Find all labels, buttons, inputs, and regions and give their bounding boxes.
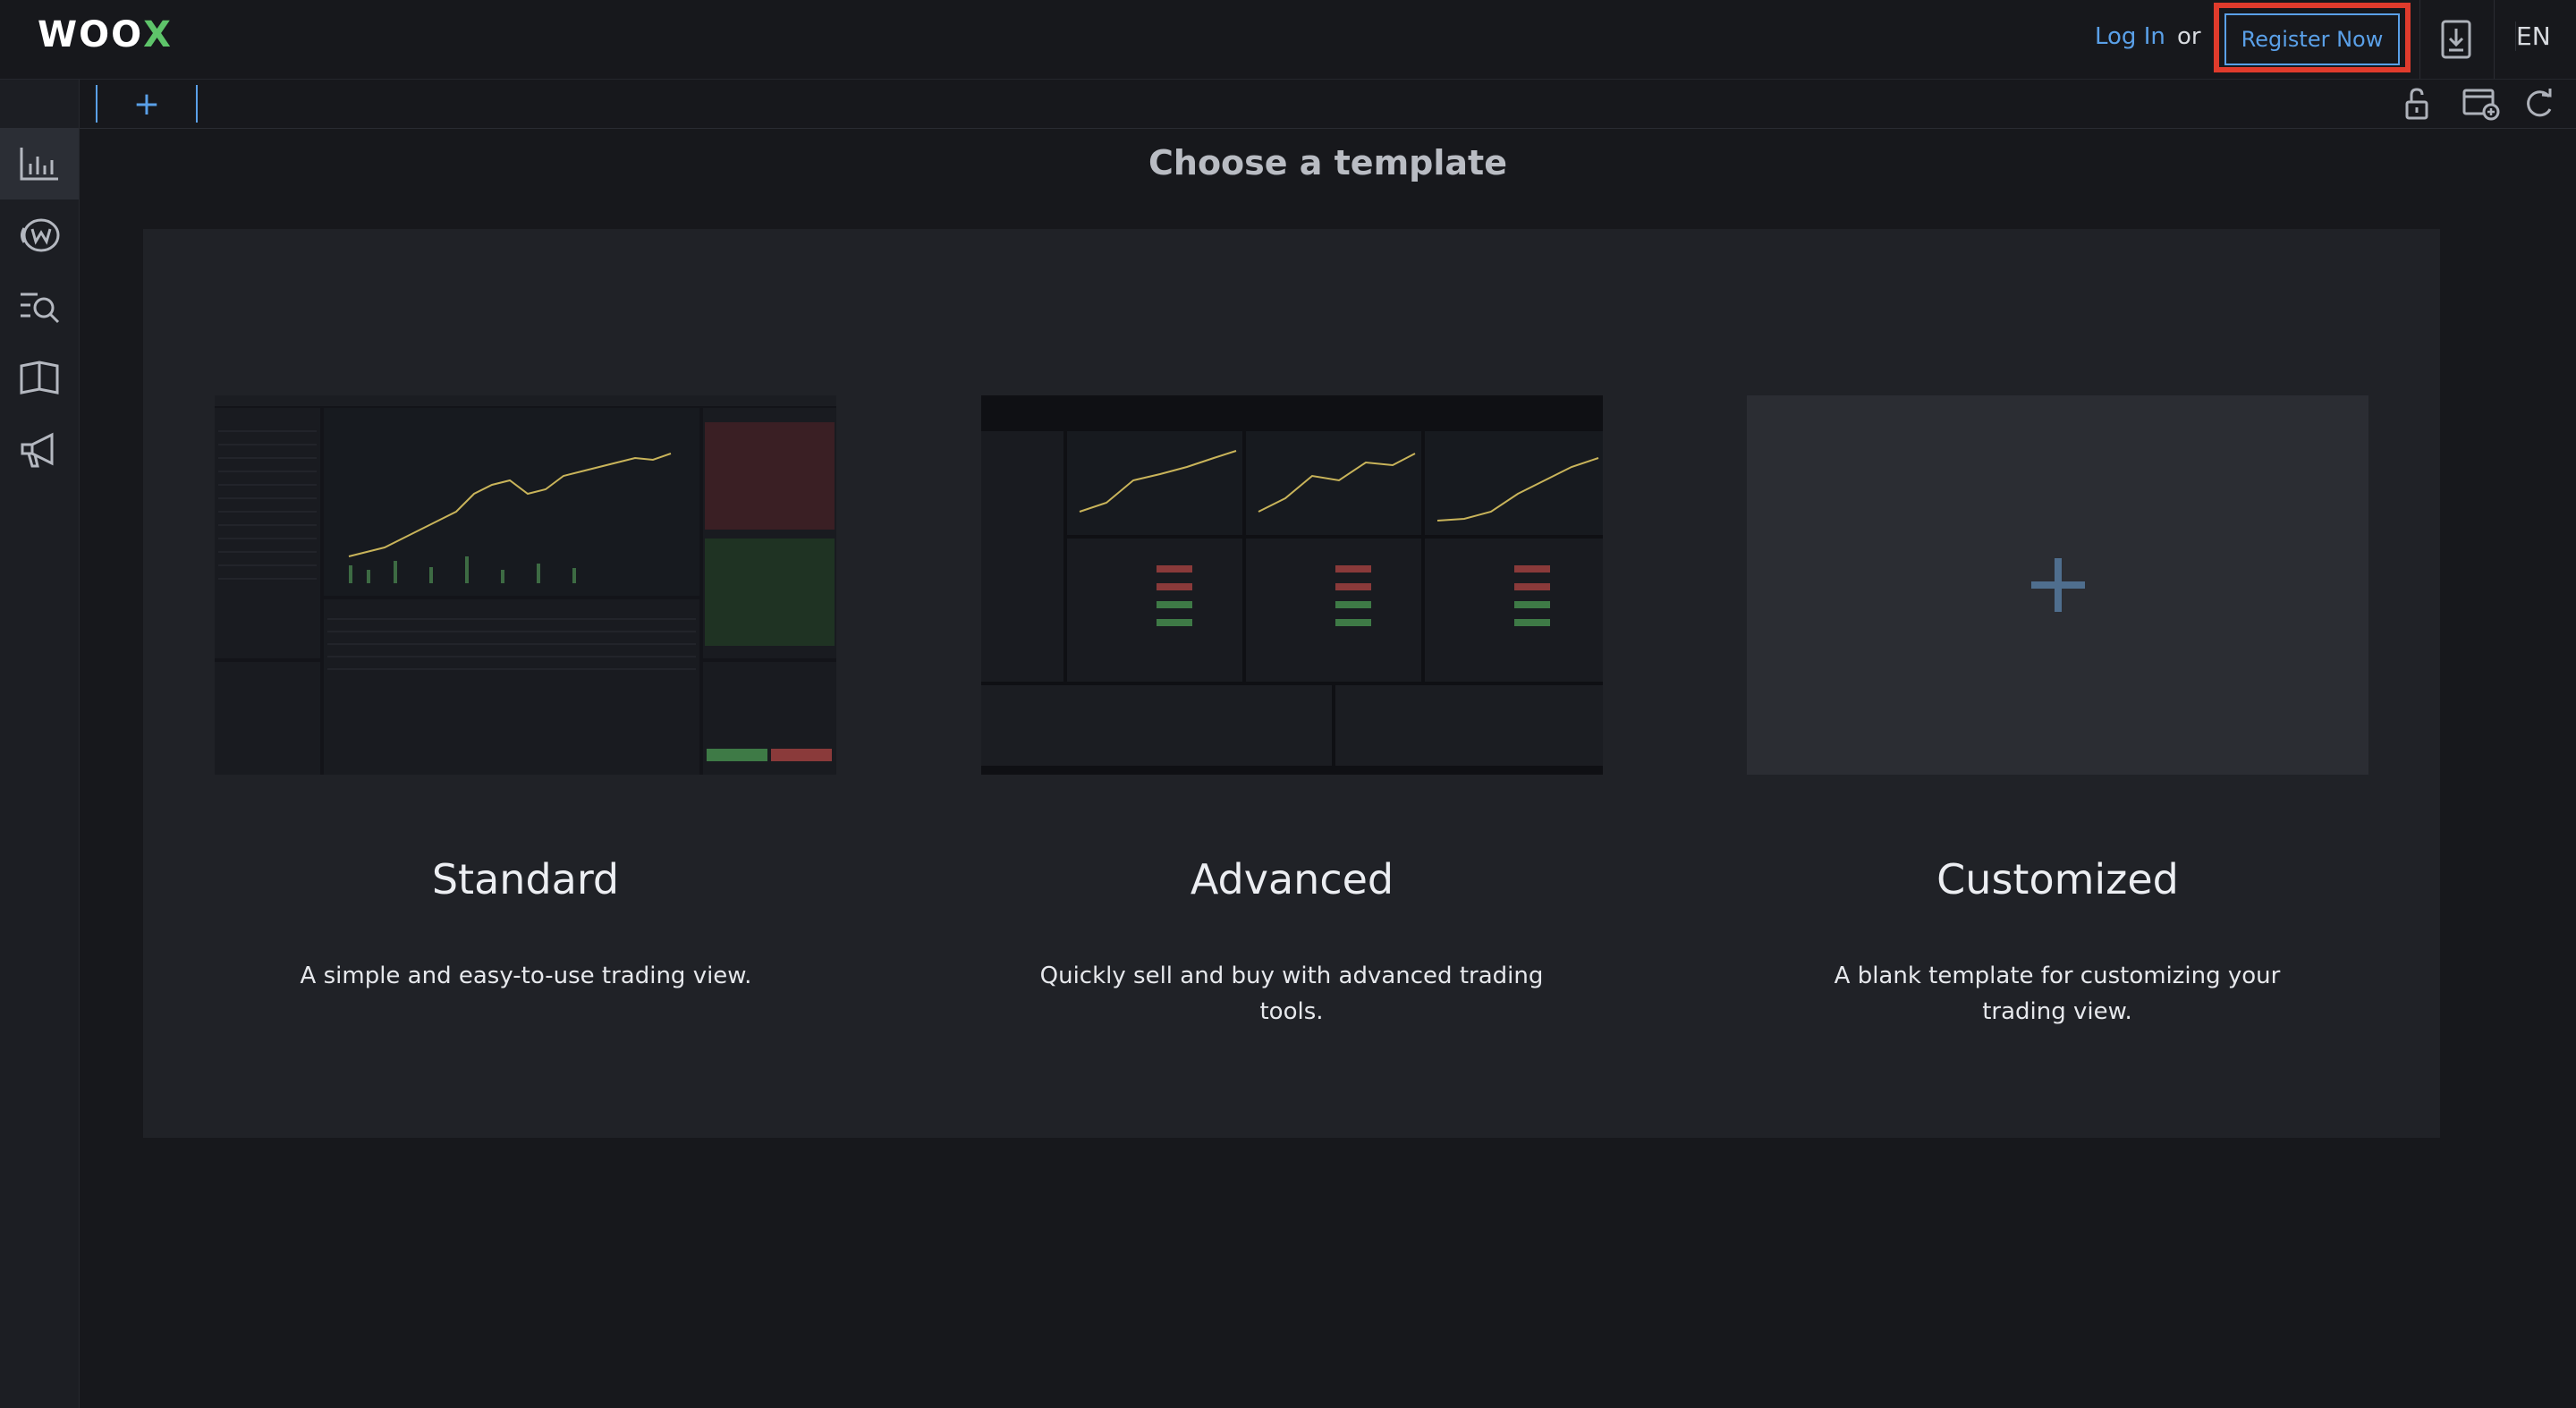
search-list-icon [21, 293, 60, 324]
template-name-customized: Customized [1936, 855, 2179, 903]
megaphone-icon [21, 432, 54, 468]
customized-template-preview [1747, 395, 2368, 775]
left-sidebar [0, 80, 80, 1408]
logo-accent-text: X [143, 14, 173, 55]
register-now-button[interactable]: Register Now [2224, 13, 2400, 65]
logo-main-text: WOO [38, 14, 144, 55]
header-divider [2419, 0, 2420, 79]
template-card-customized[interactable] [1747, 395, 2368, 775]
template-desc-advanced: Quickly sell and buy with advanced tradi… [1039, 963, 1544, 1025]
book-icon [20, 360, 59, 394]
standard-template-preview [215, 395, 836, 775]
woo-token-icon [21, 218, 60, 252]
header-divider [2494, 0, 2495, 79]
template-name-advanced: Advanced [1190, 855, 1394, 903]
template-name-standard: Standard [431, 855, 620, 903]
sidebar-item-announcements[interactable] [0, 414, 79, 486]
layout-tab-bar: + [80, 80, 2576, 129]
refresh-icon[interactable] [2522, 86, 2558, 122]
language-selector[interactable]: EN [2515, 21, 2551, 51]
download-icon[interactable] [2438, 18, 2474, 61]
template-card-advanced[interactable] [981, 395, 1603, 775]
sidebar-item-research[interactable] [0, 271, 79, 343]
woox-logo[interactable]: WOO X [38, 14, 173, 55]
template-panel: Standard A simple and easy-to-use tradin… [143, 229, 2440, 1138]
template-desc-standard: A simple and easy-to-use trading view. [300, 963, 752, 989]
or-text: or [2177, 23, 2201, 50]
chart-bars-icon [20, 148, 58, 181]
plus-icon [2030, 558, 2085, 612]
sidebar-item-learn[interactable] [0, 343, 79, 414]
page-title: Choose a template [1148, 143, 1507, 182]
top-header: WOO X Log In or Register Now EN [0, 0, 2576, 80]
sidebar-item-trading[interactable] [0, 128, 79, 199]
template-card-standard[interactable] [215, 395, 836, 775]
sidebar-item-woo-token[interactable] [0, 199, 79, 271]
advanced-template-preview [981, 395, 1603, 775]
template-desc-customized: A blank template for customizing your tr… [1834, 963, 2281, 1025]
window-add-icon[interactable] [2462, 86, 2501, 122]
login-link[interactable]: Log In [2095, 23, 2165, 50]
unlock-icon[interactable] [2402, 86, 2437, 122]
add-layout-tab-button[interactable]: + [96, 85, 198, 123]
